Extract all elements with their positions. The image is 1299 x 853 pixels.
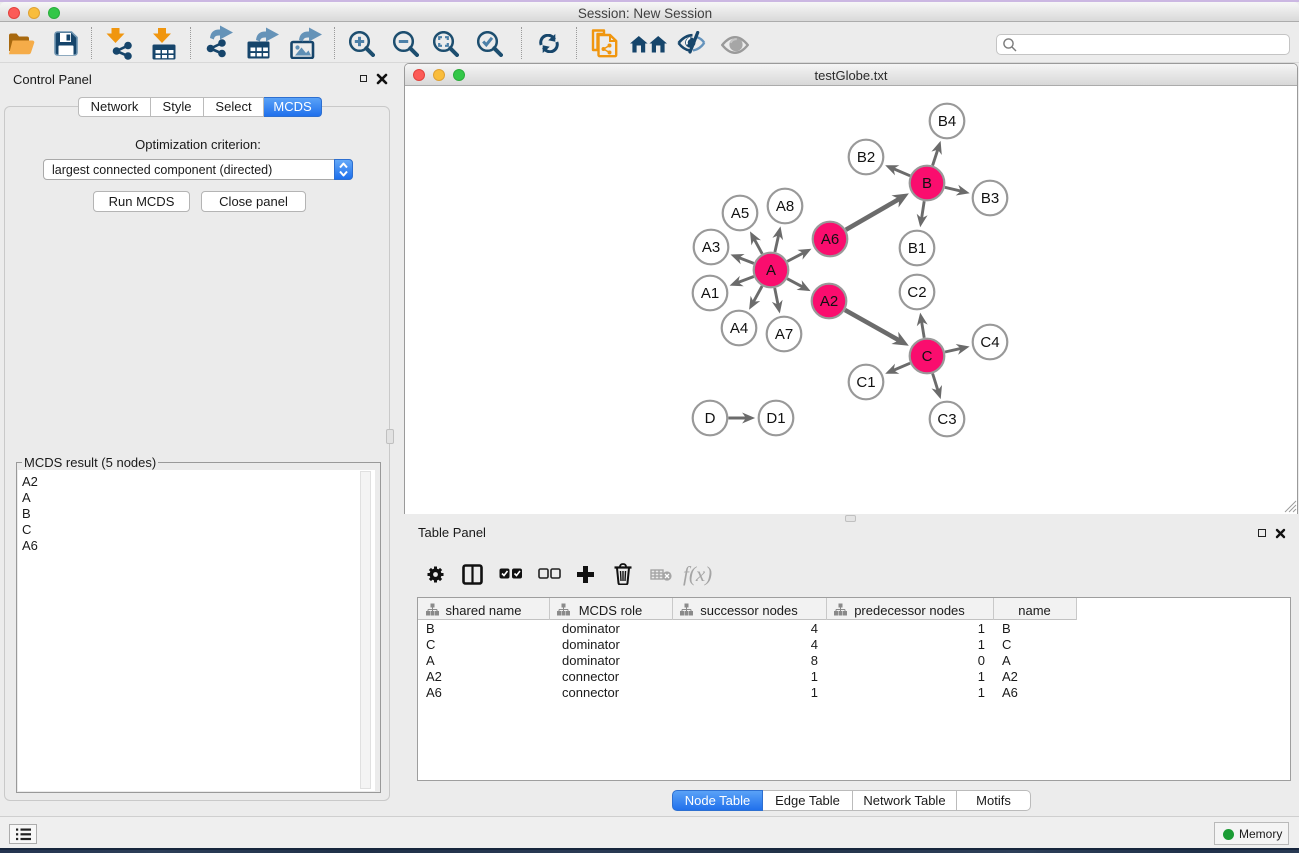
- svg-text:A1: A1: [701, 285, 719, 302]
- svg-text:A: A: [766, 262, 776, 279]
- svg-text:C3: C3: [937, 411, 956, 428]
- svg-text:C1: C1: [856, 374, 875, 391]
- svg-text:B2: B2: [857, 149, 875, 166]
- svg-text:C: C: [922, 348, 933, 365]
- svg-text:A6: A6: [821, 231, 839, 248]
- svg-text:A7: A7: [775, 326, 793, 343]
- svg-text:D1: D1: [766, 410, 785, 427]
- svg-text:A5: A5: [731, 205, 749, 222]
- svg-text:C2: C2: [907, 284, 926, 301]
- svg-text:A8: A8: [776, 198, 794, 215]
- svg-text:A2: A2: [820, 293, 838, 310]
- svg-text:A3: A3: [702, 239, 720, 256]
- svg-text:B: B: [922, 175, 932, 192]
- svg-text:A4: A4: [730, 320, 748, 337]
- svg-text:B1: B1: [908, 240, 926, 257]
- svg-text:C4: C4: [980, 334, 999, 351]
- svg-text:D: D: [705, 410, 716, 427]
- svg-text:B3: B3: [981, 190, 999, 207]
- svg-text:B4: B4: [938, 113, 956, 130]
